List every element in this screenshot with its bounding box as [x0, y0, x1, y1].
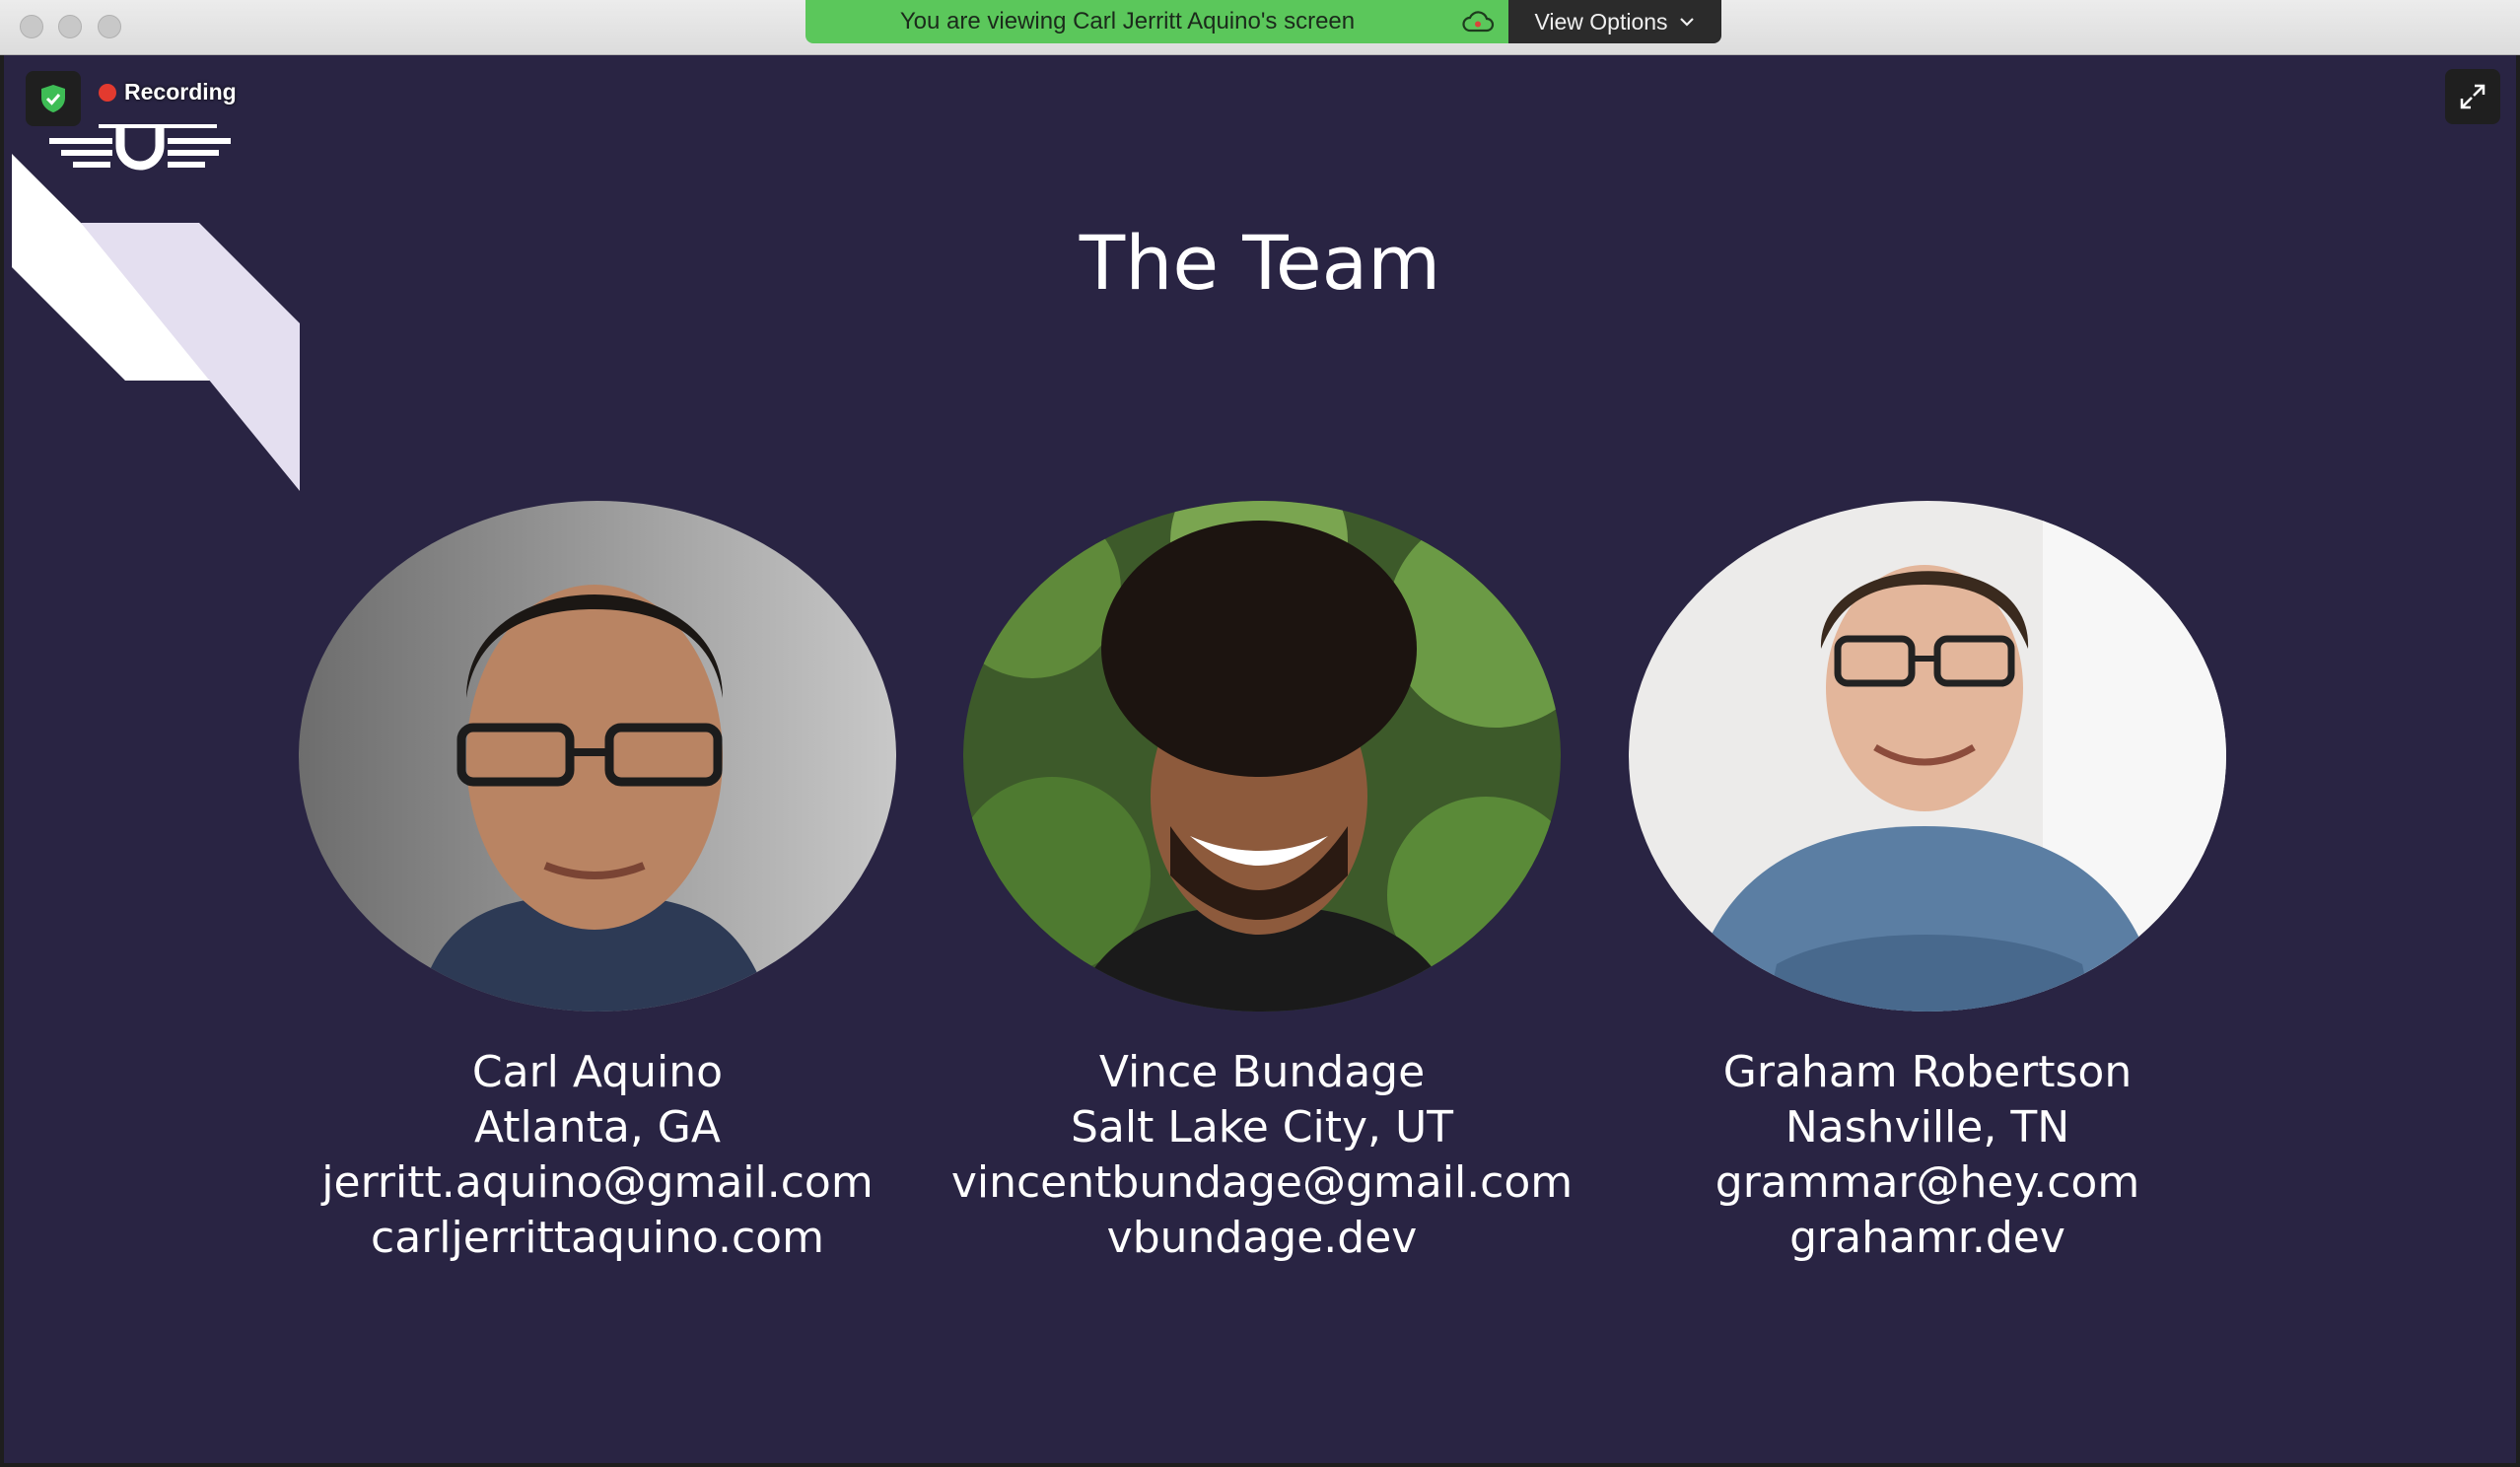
member-website: grahamr.dev [1789, 1213, 2065, 1263]
member-name: Vince Bundage [1098, 1047, 1426, 1097]
team-member-card: Graham Robertson Nashville, TN grammar@h… [1582, 501, 2273, 1266]
window-close-button[interactable] [20, 15, 43, 38]
member-website: vbundage.dev [1106, 1213, 1418, 1263]
slide-title: The Team [1079, 219, 1441, 307]
recording-dot-icon [99, 83, 116, 102]
member-photo [963, 501, 1561, 1012]
share-banner-text: You are viewing Carl Jerritt Aquino's sc… [899, 8, 1356, 35]
member-location: Atlanta, GA [473, 1102, 722, 1153]
window-minimize-button[interactable] [58, 15, 82, 38]
decorative-stripes [12, 154, 300, 491]
member-location: Salt Lake City, UT [1070, 1102, 1454, 1153]
window-titlebar: You are viewing Carl Jerritt Aquino's sc… [0, 0, 2520, 55]
member-info: Vince Bundage Salt Lake City, UT vincent… [917, 1045, 1607, 1266]
window-zoom-button[interactable] [98, 15, 121, 38]
member-email: vincentbundage@gmail.com [950, 1157, 1574, 1208]
screen-share-banner: You are viewing Carl Jerritt Aquino's sc… [805, 0, 1508, 43]
view-options-button[interactable]: View Options [1508, 0, 1721, 43]
shared-screen: Recording The Team Carl Aquino Atlanta, … [4, 55, 2516, 1463]
recording-indicator[interactable]: Recording [99, 79, 237, 105]
expand-icon[interactable] [2445, 69, 2500, 124]
member-photo [1629, 501, 2226, 1012]
chevron-down-icon [1679, 18, 1694, 27]
member-photo [299, 501, 896, 1012]
member-info: Graham Robertson Nashville, TN grammar@h… [1582, 1045, 2273, 1266]
member-website: carljerrittaquino.com [371, 1213, 824, 1263]
recording-label: Recording [124, 79, 237, 105]
team-member-card: Vince Bundage Salt Lake City, UT vincent… [917, 501, 1607, 1266]
shield-check-icon[interactable] [26, 71, 81, 126]
cloud-icon[interactable] [1461, 9, 1495, 35]
team-member-card: Carl Aquino Atlanta, GA jerritt.aquino@g… [252, 501, 943, 1266]
member-location: Nashville, TN [1785, 1102, 2070, 1153]
view-options-label: View Options [1534, 8, 1668, 35]
member-email: jerritt.aquino@gmail.com [321, 1157, 874, 1208]
member-email: grammar@hey.com [1715, 1157, 2140, 1208]
member-name: Carl Aquino [471, 1047, 724, 1097]
member-info: Carl Aquino Atlanta, GA jerritt.aquino@g… [252, 1045, 943, 1266]
member-name: Graham Robertson [1722, 1047, 2133, 1097]
